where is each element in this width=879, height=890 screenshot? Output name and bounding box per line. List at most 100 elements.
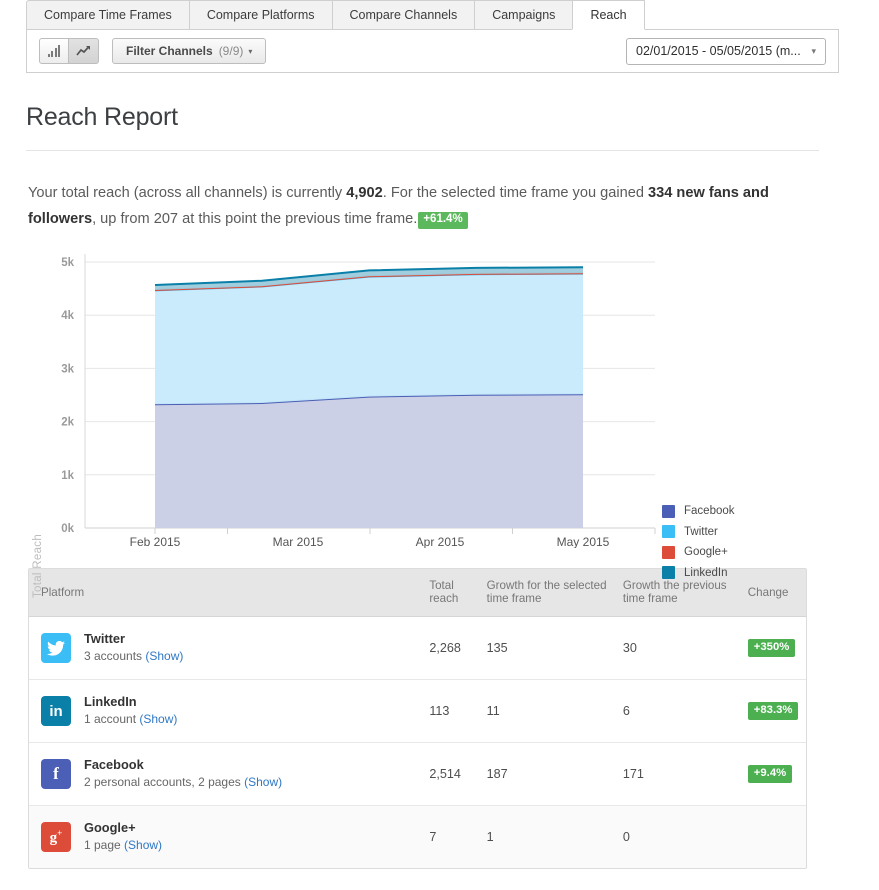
- tab-compare-channels[interactable]: Compare Channels: [331, 0, 476, 30]
- chart-legend: Facebook Twitter Google+ LinkedIn: [662, 501, 735, 583]
- column-header-total-reach[interactable]: Total reach: [423, 569, 481, 617]
- legend-item-twitter[interactable]: Twitter: [662, 522, 735, 543]
- reach-chart: Total Reach 0k 1k 2k 3k 4k 5k Feb 2015 Mar 2015…: [0, 248, 879, 598]
- legend-item-linkedin[interactable]: LinkedIn: [662, 563, 735, 584]
- svg-text:Apr 2015: Apr 2015: [416, 535, 465, 548]
- legend-swatch-linkedin: [662, 566, 675, 580]
- date-range-select[interactable]: 02/01/2015 - 05/05/2015 (m... ▾: [626, 37, 826, 65]
- cell-growth-previous: 30: [616, 616, 742, 680]
- bar-chart-icon: [47, 45, 61, 57]
- show-accounts-link[interactable]: (Show): [124, 838, 162, 852]
- accounts-text: 2 personal accounts, 2 pages: [84, 775, 245, 789]
- facebook-icon: f: [41, 759, 71, 789]
- svg-text:Mar 2015: Mar 2015: [273, 535, 324, 548]
- platform-accounts: 1 account (Show): [84, 711, 177, 728]
- table-row[interactable]: in LinkedIn 1 account (Show) 113 11 6 +83.3%: [29, 679, 806, 743]
- change-badge: +350%: [747, 638, 796, 658]
- tab-campaigns[interactable]: Campaigns: [474, 0, 574, 30]
- chart-y-axis-label: Total Reach: [32, 533, 44, 598]
- cell-growth-previous: 0: [616, 805, 742, 868]
- cell-growth-selected: 1: [480, 805, 617, 868]
- column-header-change[interactable]: Change: [741, 569, 806, 617]
- platform-cell: Twitter 3 accounts (Show): [41, 631, 417, 665]
- platform-text: Twitter 3 accounts (Show): [84, 631, 183, 665]
- accounts-text: 3 accounts: [84, 649, 146, 663]
- svg-text:2k: 2k: [61, 417, 74, 429]
- cell-change: +350%: [741, 616, 806, 680]
- platform-accounts: 1 page (Show): [84, 837, 162, 854]
- table-row[interactable]: Twitter 3 accounts (Show) 2,268 135 30 +350%: [29, 616, 806, 680]
- platform-cell: in LinkedIn 1 account (Show): [41, 694, 417, 728]
- platform-accounts: 2 personal accounts, 2 pages (Show): [84, 774, 282, 791]
- show-accounts-link[interactable]: (Show): [139, 712, 177, 726]
- show-accounts-link[interactable]: (Show): [244, 775, 282, 789]
- summary-part-3: , up from 207 at this point the previous…: [92, 211, 418, 227]
- twitter-icon: [41, 633, 71, 663]
- platform-name: Facebook: [84, 757, 144, 772]
- legend-item-facebook[interactable]: Facebook: [662, 501, 735, 522]
- tab-label: Compare Channels: [349, 8, 458, 22]
- legend-label: Facebook: [684, 505, 735, 518]
- cell-platform: f Facebook 2 personal accounts, 2 pages (S…: [29, 742, 424, 806]
- legend-swatch-googleplus: [662, 545, 675, 559]
- legend-item-googleplus[interactable]: Google+: [662, 542, 735, 563]
- platform-table-card: Platform Total reach Growth for the sele…: [28, 568, 807, 869]
- chevron-down-icon: ▾: [248, 46, 253, 56]
- summary-total-reach: 4,902: [346, 185, 383, 201]
- svg-text:3k: 3k: [61, 363, 74, 375]
- tab-bar: Compare Time Frames Compare Platforms Co…: [26, 0, 879, 30]
- summary-text: Your total reach (across all channels) i…: [28, 180, 818, 232]
- legend-label: LinkedIn: [684, 566, 728, 579]
- svg-text:May 2015: May 2015: [557, 535, 610, 548]
- legend-label: Twitter: [684, 525, 718, 538]
- platform-name: Twitter: [84, 631, 125, 646]
- bar-chart-icon-button[interactable]: [39, 38, 69, 64]
- table-body: Twitter 3 accounts (Show) 2,268 135 30 +350% i…: [29, 616, 806, 868]
- svg-text:Feb 2015: Feb 2015: [130, 535, 181, 548]
- cell-platform: Twitter 3 accounts (Show): [29, 616, 424, 680]
- tab-compare-platforms[interactable]: Compare Platforms: [188, 0, 333, 30]
- column-header-growth-selected[interactable]: Growth for the selected time frame: [480, 569, 617, 617]
- cell-change: +9.4%: [741, 742, 806, 806]
- toolbar-panel: Filter Channels (9/9) ▾ 02/01/2015 - 05/…: [26, 30, 839, 73]
- platform-name: Google+: [84, 820, 136, 835]
- summary-part-2: . For the selected time frame you gained: [382, 185, 649, 201]
- platform-accounts: 3 accounts (Show): [84, 648, 183, 665]
- column-header-platform[interactable]: Platform: [29, 569, 424, 617]
- platform-text: Google+ 1 page (Show): [84, 820, 162, 854]
- line-chart-icon-button[interactable]: [69, 38, 99, 64]
- cell-growth-previous: 171: [616, 742, 742, 806]
- chart-canvas: 0k 1k 2k 3k 4k 5k Feb 2015 Mar 2015 Apr 2015 May …: [61, 254, 656, 548]
- table-row[interactable]: f Facebook 2 personal accounts, 2 pages (S…: [29, 742, 806, 806]
- accounts-text: 1 page: [84, 838, 125, 852]
- table-row[interactable]: g+ Google+ 1 page (Show) 7 1 0: [29, 805, 806, 868]
- cell-growth-previous: 6: [616, 679, 742, 743]
- legend-swatch-facebook: [662, 504, 675, 518]
- change-badge: +9.4%: [747, 764, 793, 784]
- summary-part-1: Your total reach (across all channels) i…: [28, 185, 347, 201]
- summary-change-badge: +61.4%: [418, 212, 468, 229]
- chevron-down-icon: ▾: [811, 45, 816, 56]
- svg-text:4k: 4k: [61, 310, 74, 322]
- cell-change: [741, 805, 806, 868]
- tab-label: Campaigns: [492, 8, 556, 22]
- cell-change: +83.3%: [741, 679, 806, 743]
- cell-total-reach: 7: [423, 805, 481, 868]
- cell-platform: in LinkedIn 1 account (Show): [29, 679, 424, 743]
- tab-reach[interactable]: Reach: [572, 0, 645, 30]
- page-title: Reach Report: [26, 103, 178, 131]
- chart-type-toggle-group: [39, 38, 99, 64]
- legend-label: Google+: [684, 546, 728, 559]
- tab-label: Compare Platforms: [206, 8, 315, 22]
- linkedin-icon: in: [41, 696, 71, 726]
- filter-channels-button[interactable]: Filter Channels (9/9) ▾: [112, 38, 267, 64]
- platform-cell: f Facebook 2 personal accounts, 2 pages (S…: [41, 757, 417, 791]
- tab-compare-time-frames[interactable]: Compare Time Frames: [26, 0, 190, 30]
- date-range-value: 02/01/2015 - 05/05/2015 (m...: [636, 44, 801, 58]
- accounts-text: 1 account: [84, 712, 140, 726]
- show-accounts-link[interactable]: (Show): [145, 649, 183, 663]
- filter-channels-label: Filter Channels: [126, 44, 213, 58]
- platform-name: LinkedIn: [84, 694, 137, 709]
- svg-text:1k: 1k: [61, 470, 74, 482]
- cell-growth-selected: 135: [480, 616, 617, 680]
